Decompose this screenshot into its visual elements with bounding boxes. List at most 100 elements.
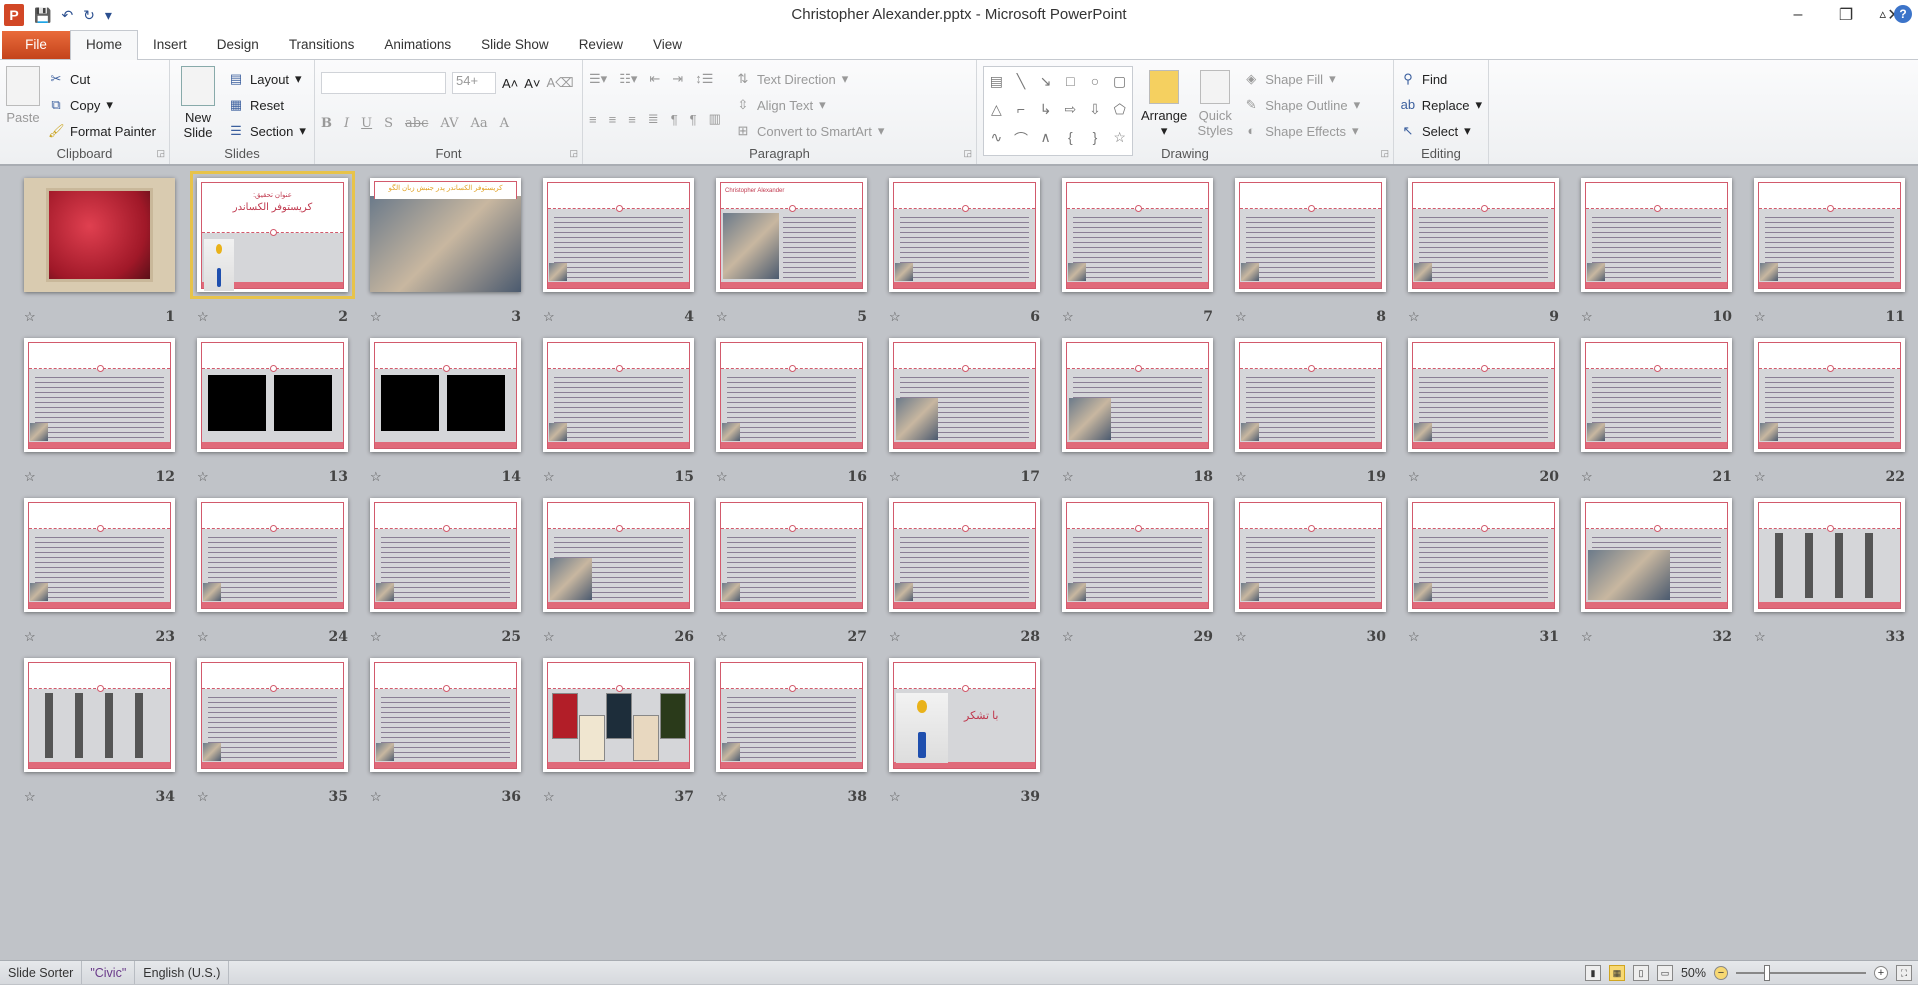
slide-thumbnail[interactable] xyxy=(1581,338,1732,452)
tab-animations[interactable]: Animations xyxy=(369,31,466,59)
shape-option[interactable]: ○ xyxy=(1083,73,1108,90)
format-painter-button[interactable]: 🖌 Format Painter xyxy=(48,118,156,144)
select-button[interactable]: ↖ Select ▾ xyxy=(1400,118,1482,144)
shape-option[interactable]: ⇨ xyxy=(1058,101,1083,118)
slide-thumbnail-item[interactable]: ☆ 17 xyxy=(889,338,1040,488)
slide-thumbnail-item[interactable]: ☆ 21 xyxy=(1581,338,1732,488)
slide-thumbnail[interactable] xyxy=(543,338,694,452)
slide-thumbnail-item[interactable]: ☆ 12 xyxy=(24,338,175,488)
slide-thumbnail-item[interactable]: ☆ 33 xyxy=(1754,498,1905,648)
fit-to-window-icon[interactable]: ⛶ xyxy=(1896,965,1912,981)
font-name-input[interactable] xyxy=(321,72,446,94)
slide-thumbnail[interactable] xyxy=(370,338,521,452)
slide-thumbnail-item[interactable]: ☆ 22 xyxy=(1754,338,1905,488)
decrease-indent-icon[interactable]: ⇤ xyxy=(649,71,660,87)
slide-thumbnail-item[interactable]: Christopher Alexander ☆ 5 xyxy=(716,178,867,328)
text-direction-button[interactable]: ⇅ Text Direction ▾ xyxy=(735,66,884,92)
slide-thumbnail[interactable] xyxy=(1235,498,1386,612)
slide-thumbnail[interactable]: عنوان تحقیق: کریستوفر الکساندر xyxy=(190,171,355,299)
restore-button[interactable]: ❐ xyxy=(1822,0,1870,30)
slide-thumbnail[interactable] xyxy=(543,498,694,612)
font-color-button[interactable]: A xyxy=(500,116,509,131)
slide-thumbnail[interactable]: با تشکر xyxy=(889,658,1040,772)
slide-thumbnail-item[interactable]: ☆ 10 xyxy=(1581,178,1732,328)
reading-view-icon[interactable]: ▯ xyxy=(1632,965,1649,981)
slide-thumbnail-item[interactable]: ☆ 34 xyxy=(24,658,175,808)
slide-thumbnail-item[interactable]: ☆ 13 xyxy=(197,338,348,488)
zoom-out-button[interactable]: − xyxy=(1714,966,1728,980)
arrange-button[interactable]: Arrange ▾ xyxy=(1141,70,1187,139)
minimize-button[interactable]: – xyxy=(1774,0,1822,30)
slide-thumbnail[interactable] xyxy=(370,498,521,612)
tab-file[interactable]: File xyxy=(2,31,70,59)
slide-thumbnail[interactable] xyxy=(889,178,1040,292)
language-indicator[interactable]: English (U.S.) xyxy=(135,961,230,984)
zoom-slider[interactable] xyxy=(1736,965,1866,981)
cut-button[interactable]: ✂ Cut xyxy=(48,66,156,92)
rtl-icon[interactable]: ¶ xyxy=(690,112,697,127)
slide-thumbnail[interactable] xyxy=(543,658,694,772)
underline-button[interactable]: U xyxy=(361,116,372,131)
font-size-input[interactable]: 54+ xyxy=(452,72,496,94)
slide-show-icon[interactable]: ▭ xyxy=(1656,965,1673,981)
undo-icon[interactable]: ↶ xyxy=(61,7,73,24)
slide-thumbnail[interactable] xyxy=(1754,338,1905,452)
ltr-icon[interactable]: ¶ xyxy=(671,112,678,127)
slide-thumbnail[interactable] xyxy=(716,338,867,452)
columns-icon[interactable]: ▥ xyxy=(709,111,721,127)
tab-insert[interactable]: Insert xyxy=(138,31,202,59)
change-case-button[interactable]: Aa xyxy=(471,116,488,131)
shape-option[interactable]: ▢ xyxy=(1107,73,1132,90)
slide-thumbnail-item[interactable]: ☆ 27 xyxy=(716,498,867,648)
dialog-launcher-icon[interactable]: ◲ xyxy=(963,148,972,159)
slide-thumbnail[interactable] xyxy=(1235,338,1386,452)
dialog-launcher-icon[interactable]: ◲ xyxy=(1380,148,1389,159)
zoom-in-button[interactable]: + xyxy=(1874,966,1888,980)
justify-icon[interactable]: ≣ xyxy=(648,111,659,127)
tab-slide-show[interactable]: Slide Show xyxy=(466,31,564,59)
slide-thumbnail-item[interactable]: ☆ 28 xyxy=(889,498,1040,648)
numbering-icon[interactable]: ☷▾ xyxy=(619,71,637,87)
slide-thumbnail[interactable] xyxy=(1408,178,1559,292)
shapes-gallery[interactable]: ▤ ╲ ↘ □ ○ ▢ △ ⌐ ↳ ⇨ ⇩ ⬠ ∿ ⌒ ∧{} ☆ xyxy=(983,66,1133,156)
slide-thumbnail-item[interactable]: ☆ 11 xyxy=(1754,178,1905,328)
shrink-font-button[interactable]: A˅ xyxy=(524,76,540,91)
slide-thumbnail-item[interactable]: ☆ 26 xyxy=(543,498,694,648)
slide-thumbnail[interactable] xyxy=(1581,178,1732,292)
slide-thumbnail[interactable] xyxy=(543,178,694,292)
slide-thumbnail[interactable] xyxy=(889,338,1040,452)
slide-thumbnail[interactable] xyxy=(889,498,1040,612)
slide-thumbnail[interactable] xyxy=(24,338,175,452)
slide-thumbnail[interactable] xyxy=(1235,178,1386,292)
slide-thumbnail-item[interactable]: ☆ 32 xyxy=(1581,498,1732,648)
align-right-icon[interactable]: ≡ xyxy=(628,112,636,127)
slide-thumbnail-item[interactable]: ☆ 4 xyxy=(543,178,694,328)
slide-thumbnail-item[interactable]: ☆ 19 xyxy=(1235,338,1386,488)
zoom-level[interactable]: 50% xyxy=(1681,966,1706,980)
shape-option[interactable]: ⌐ xyxy=(1009,101,1034,118)
replace-button[interactable]: ab Replace ▾ xyxy=(1400,92,1482,118)
shape-option[interactable]: ⬠ xyxy=(1107,101,1132,118)
dialog-launcher-icon[interactable]: ◲ xyxy=(156,148,165,159)
save-icon[interactable]: 💾 xyxy=(34,7,51,24)
shape-fill-button[interactable]: ◈ Shape Fill ▾ xyxy=(1243,66,1360,92)
slide-thumbnail-item[interactable]: ☆ 23 xyxy=(24,498,175,648)
shape-option[interactable]: △ xyxy=(984,101,1009,118)
redo-icon[interactable]: ↻ xyxy=(83,7,95,24)
bold-button[interactable]: B xyxy=(321,116,332,131)
slide-thumbnail-item[interactable]: ☆ 35 xyxy=(197,658,348,808)
slide-thumbnail-item[interactable]: ☆ 24 xyxy=(197,498,348,648)
slide-thumbnail-item[interactable]: ☆ 37 xyxy=(543,658,694,808)
normal-view-icon[interactable]: ▮ xyxy=(1584,965,1601,981)
slide-thumbnail[interactable]: Christopher Alexander xyxy=(716,178,867,292)
slide-thumbnail-item[interactable]: ☆ 25 xyxy=(370,498,521,648)
bullets-icon[interactable]: ☰▾ xyxy=(589,71,607,87)
slide-thumbnail-item[interactable]: ☆ 9 xyxy=(1408,178,1559,328)
slide-thumbnail[interactable] xyxy=(197,338,348,452)
center-icon[interactable]: ≡ xyxy=(609,112,617,127)
shape-option[interactable]: ↘ xyxy=(1033,73,1058,90)
shape-option[interactable]: ⇩ xyxy=(1083,101,1108,118)
slide-thumbnail-item[interactable]: ☆ 1 xyxy=(24,178,175,328)
slide-thumbnail[interactable] xyxy=(1754,498,1905,612)
slide-thumbnail[interactable] xyxy=(24,658,175,772)
